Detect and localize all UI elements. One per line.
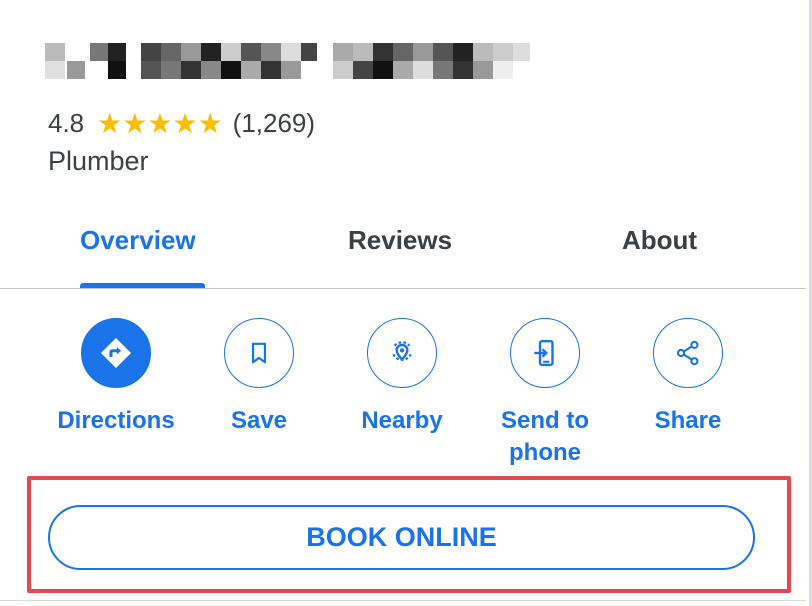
share-button[interactable]: Share bbox=[613, 318, 763, 437]
tab-overview[interactable]: Overview bbox=[80, 225, 196, 256]
nearby-label: Nearby bbox=[361, 407, 443, 434]
directions-label: Directions bbox=[57, 407, 175, 434]
send-to-phone-button[interactable]: Send to phone bbox=[470, 318, 620, 469]
review-count[interactable]: (1,269) bbox=[233, 108, 315, 139]
send-to-phone-icon bbox=[510, 318, 580, 388]
redacted-place-title bbox=[45, 43, 530, 79]
star-rating-icon: ★★★★★ bbox=[97, 107, 223, 139]
tab-reviews[interactable]: Reviews bbox=[348, 225, 452, 256]
directions-button[interactable]: Directions bbox=[41, 318, 191, 437]
rating-value: 4.8 bbox=[48, 107, 85, 138]
tab-about[interactable]: About bbox=[622, 225, 697, 256]
tabs-divider bbox=[0, 288, 806, 289]
directions-icon bbox=[81, 318, 151, 388]
bookmark-icon bbox=[224, 318, 294, 388]
share-icon bbox=[653, 318, 723, 388]
book-online-button[interactable]: BOOK ONLINE bbox=[48, 505, 755, 570]
save-button[interactable]: Save bbox=[184, 318, 334, 437]
place-category[interactable]: Plumber bbox=[48, 146, 149, 177]
nearby-button[interactable]: Nearby bbox=[327, 318, 477, 437]
rating-row: 4.8 ★★★★★ (1,269) bbox=[48, 106, 315, 140]
share-label: Share bbox=[654, 407, 722, 434]
nearby-icon bbox=[367, 318, 437, 388]
save-label: Save bbox=[230, 407, 288, 434]
bottom-divider bbox=[0, 600, 806, 601]
send-to-phone-label: Send to phone bbox=[501, 407, 589, 466]
